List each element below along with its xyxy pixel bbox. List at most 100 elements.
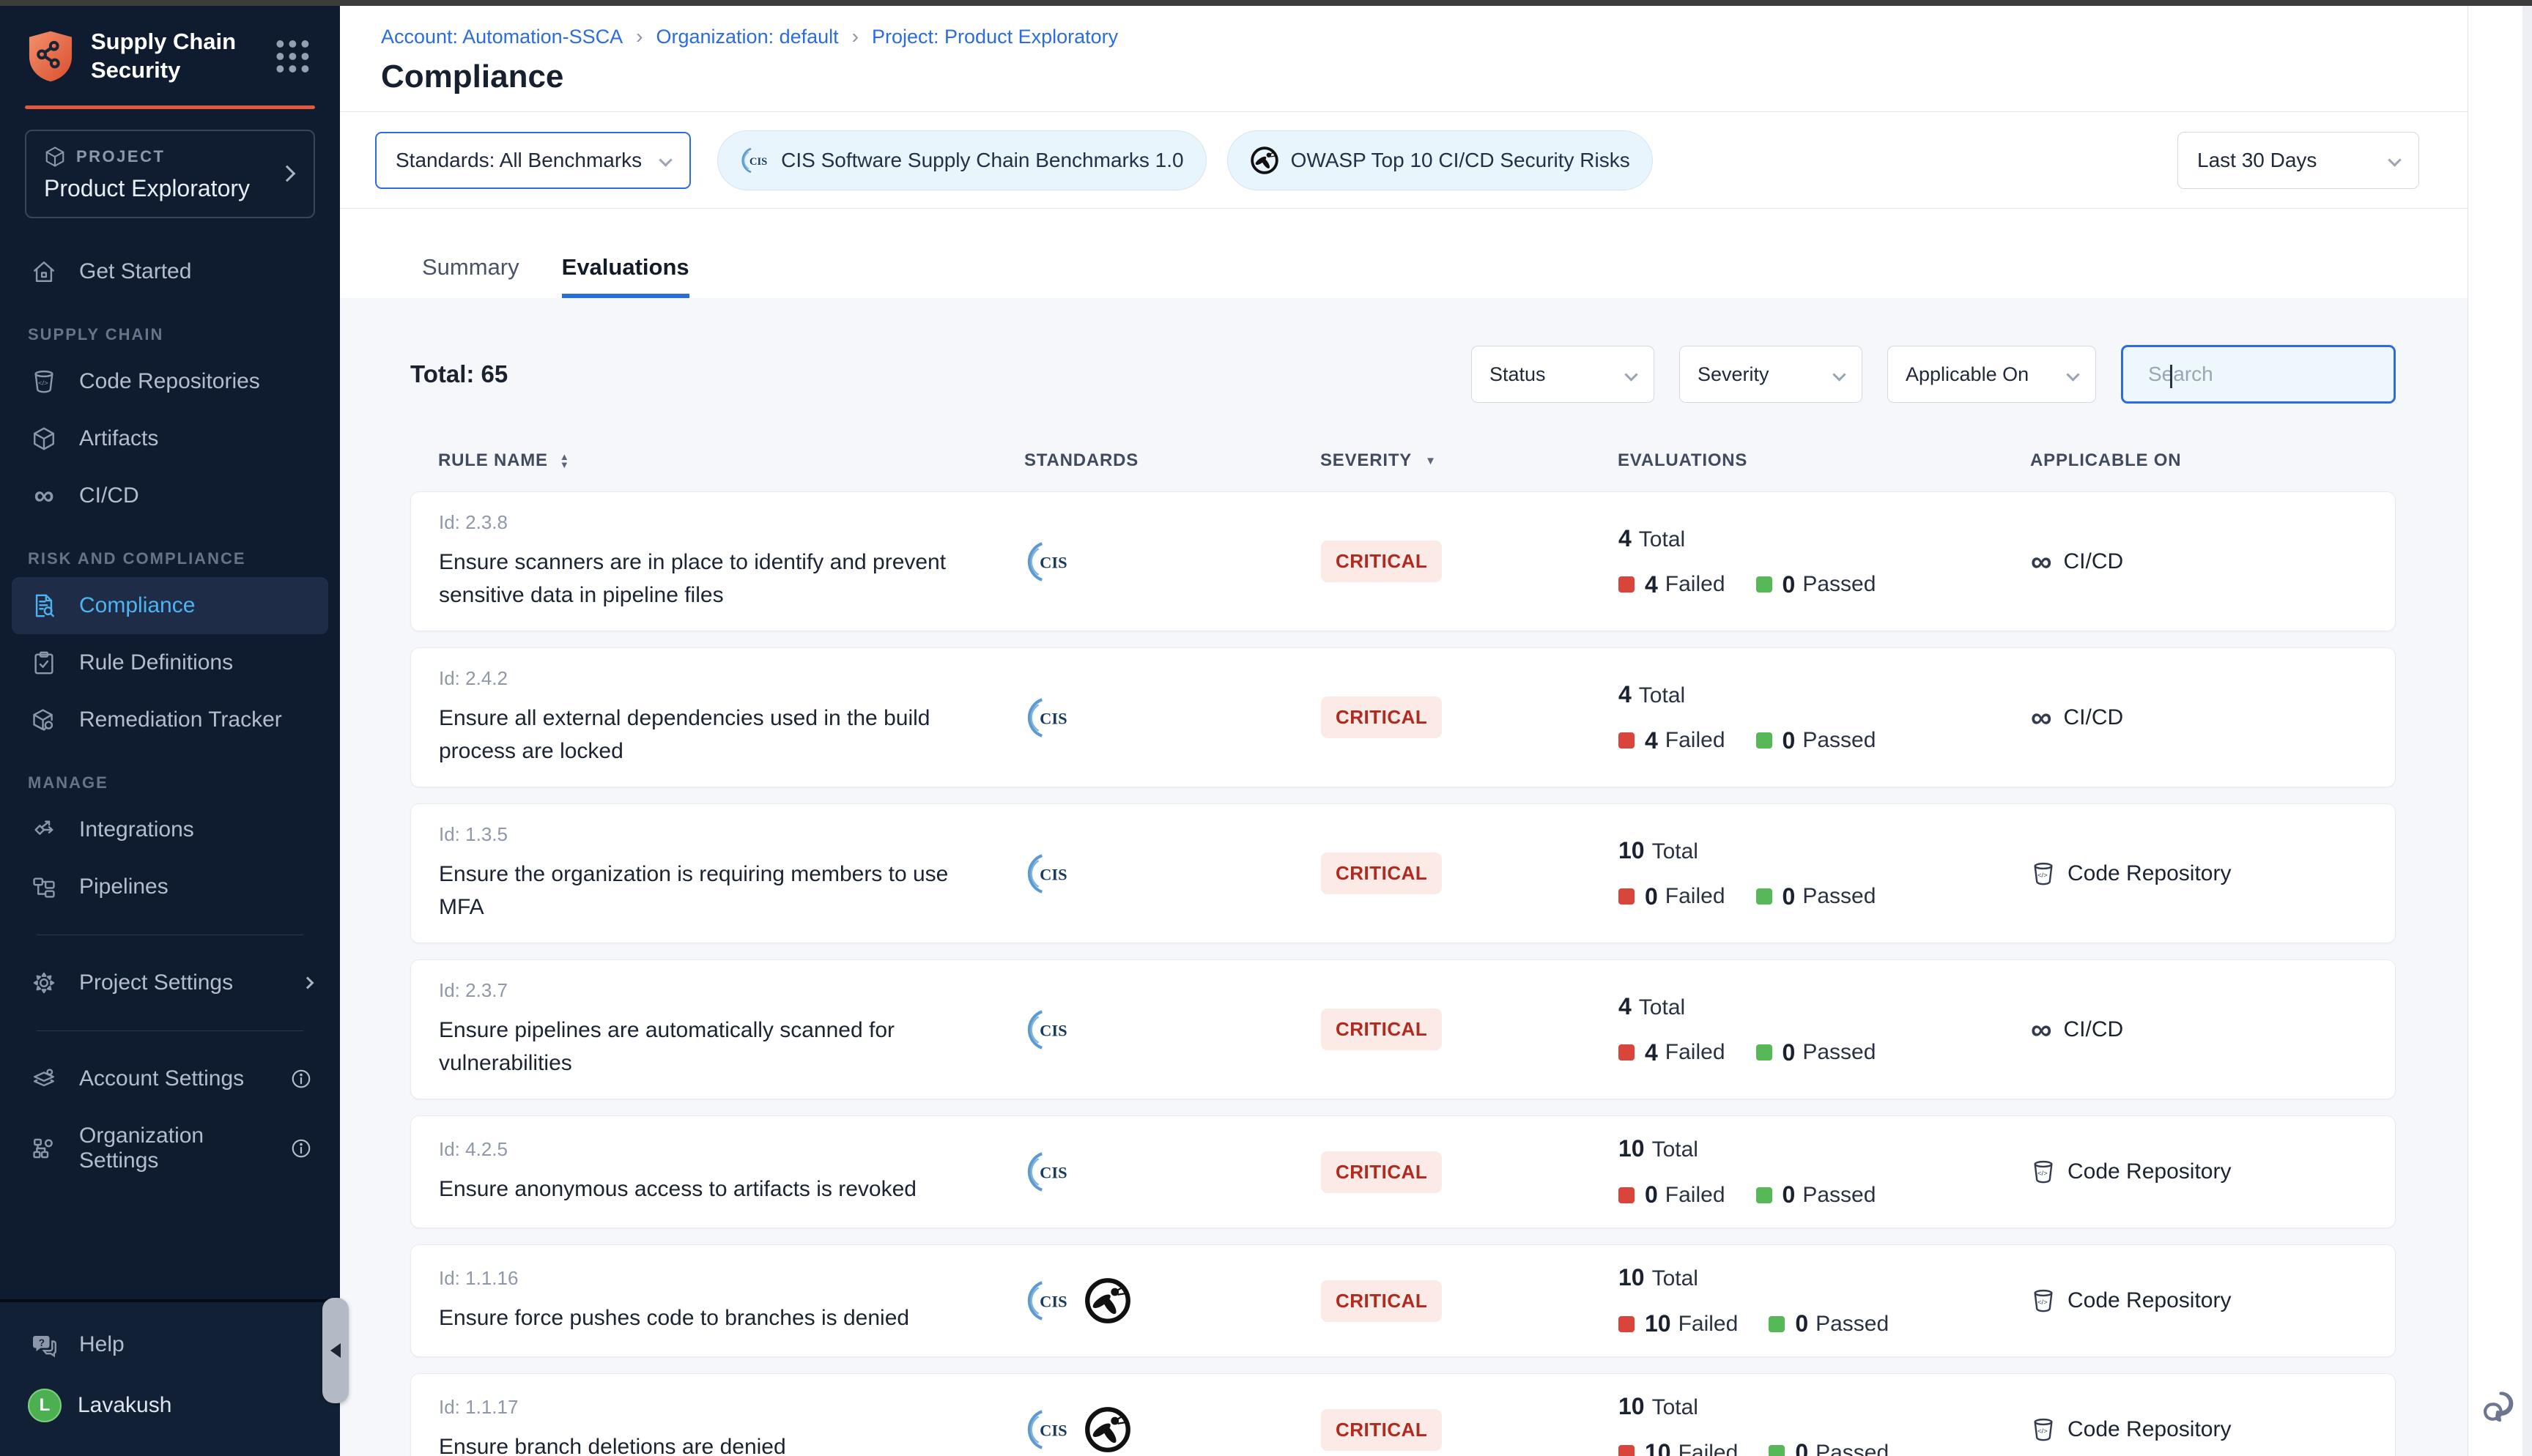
chip-owasp-top10[interactable]: OWASP Top 10 CI/CD Security Risks	[1227, 130, 1653, 190]
gear-icon	[28, 970, 60, 995]
evaluations-panel: Total: 65 Status Severity Applicable On	[340, 298, 2468, 1456]
breadcrumb-project[interactable]: Project: Product Exploratory	[872, 26, 1118, 48]
sidebar-item-label: Pipelines	[79, 874, 169, 899]
breadcrumb-account[interactable]: Account: Automation-SSCA	[381, 26, 623, 48]
table-row[interactable]: Id: 1.3.5 Ensure the organization is req…	[410, 803, 2396, 943]
sidebar-item-rule-definitions[interactable]: Rule Definitions	[12, 634, 328, 691]
column-evaluations: EVALUATIONS	[1618, 450, 2030, 471]
column-standards: STANDARDS	[1024, 450, 1320, 471]
chevron-down-icon	[659, 153, 672, 166]
eval-total-label: Total	[1639, 683, 1685, 707]
breadcrumb-organization[interactable]: Organization: default	[656, 26, 839, 48]
failed-indicator	[1618, 1316, 1635, 1332]
infinity-icon: ∞	[28, 489, 60, 503]
status-filter[interactable]: Status	[1471, 346, 1654, 403]
scrollbar[interactable]	[2522, 6, 2532, 1456]
svg-text:CIS: CIS	[1040, 865, 1067, 883]
column-rule-name[interactable]: RULE NAME ▲▼	[438, 450, 1024, 471]
table-row[interactable]: Id: 2.3.7 Ensure pipelines are automatic…	[410, 959, 2396, 1099]
standards-select[interactable]: Standards: All Benchmarks	[375, 132, 691, 189]
cicd-infinity-icon: ∞	[2031, 1022, 2052, 1037]
evaluations-cell: 10Total 0Failed 0Passed	[1618, 1135, 2031, 1208]
sidebar-item-organization-settings[interactable]: Organization Settings	[12, 1107, 328, 1189]
table-row[interactable]: Id: 2.4.2 Ensure all external dependenci…	[410, 647, 2396, 787]
sidebar-item-pipelines[interactable]: Pipelines	[12, 858, 328, 915]
column-applicable-on: APPLICABLE ON	[2030, 450, 2374, 471]
table-row[interactable]: Id: 1.1.17 Ensure branch deletions are d…	[410, 1373, 2396, 1456]
period-select[interactable]: Last 30 Days	[2177, 132, 2419, 189]
sidebar-item-code-repositories[interactable]: </> Code Repositories	[12, 353, 328, 410]
rule-id: Id: 1.3.5	[439, 823, 1025, 846]
column-severity[interactable]: SEVERITY ▼	[1320, 450, 1618, 471]
chevron-down-icon	[1624, 368, 1637, 381]
svg-text:</>: </>	[2037, 1427, 2048, 1435]
table-row[interactable]: Id: 4.2.5 Ensure anonymous access to art…	[410, 1115, 2396, 1228]
severity-badge: CRITICAL	[1321, 541, 1442, 582]
eval-failed-count: 4	[1645, 1039, 1658, 1066]
sidebar-item-compliance[interactable]: Compliance	[12, 577, 328, 634]
standards-select-value: Standards: All Benchmarks	[396, 149, 642, 172]
search-input[interactable]	[2148, 363, 2413, 386]
app-title: Supply Chain Security	[91, 28, 256, 85]
table-row[interactable]: Id: 2.3.8 Ensure scanners are in place t…	[410, 491, 2396, 631]
rule-id: Id: 2.4.2	[439, 667, 1025, 690]
standards-cell: CIS	[1025, 1007, 1321, 1052]
cicd-infinity-icon: ∞	[2031, 710, 2052, 725]
info-icon[interactable]	[290, 1068, 312, 1090]
sidebar-item-artifacts[interactable]: Artifacts	[12, 410, 328, 467]
severity-badge: CRITICAL	[1321, 1280, 1442, 1322]
window-top-bar	[0, 0, 2532, 6]
sidebar-collapse-handle[interactable]	[322, 1298, 349, 1403]
standards-chips: CIS CIS Software Supply Chain Benchmarks…	[717, 130, 1653, 190]
cis-logo-icon: CIS	[1025, 1149, 1070, 1195]
standards-cell: CIS	[1025, 539, 1321, 584]
eval-passed-count: 0	[1783, 1181, 1796, 1208]
app-grid-icon[interactable]	[272, 35, 314, 78]
user-name: Lavakush	[78, 1393, 171, 1418]
info-icon[interactable]	[290, 1137, 312, 1159]
sidebar-item-cicd[interactable]: ∞ CI/CD	[12, 467, 328, 524]
project-switcher[interactable]: PROJECT Product Exploratory	[25, 130, 315, 218]
chip-cis-benchmarks[interactable]: CIS CIS Software Supply Chain Benchmarks…	[717, 130, 1206, 190]
applicable-on-label: Code Repository	[2068, 1159, 2231, 1184]
eval-total-count: 10	[1618, 1135, 1645, 1162]
sidebar-item-label: Compliance	[79, 593, 195, 618]
support-chat-icon[interactable]	[2478, 1386, 2519, 1427]
eval-passed-label: Passed	[1815, 1312, 1889, 1337]
eval-passed-count: 0	[1783, 727, 1796, 754]
severity-badge: CRITICAL	[1321, 1009, 1442, 1050]
eval-passed-label: Passed	[1802, 1040, 1876, 1065]
user-menu[interactable]: L Lavakush	[12, 1374, 328, 1437]
eval-passed-count: 0	[1795, 1439, 1808, 1456]
status-filter-label: Status	[1489, 363, 1546, 386]
evaluations-cell: 4Total 4Failed 0Passed	[1618, 993, 2031, 1066]
sidebar-item-remediation-tracker[interactable]: Remediation Tracker	[12, 691, 328, 749]
table-row[interactable]: Id: 1.1.16 Ensure force pushes code to b…	[410, 1244, 2396, 1357]
owasp-logo-icon	[1250, 146, 1279, 175]
rule-cell: Id: 1.1.17 Ensure branch deletions are d…	[439, 1396, 1025, 1456]
sidebar-item-project-settings[interactable]: Project Settings	[12, 954, 328, 1011]
eval-passed-count: 0	[1783, 883, 1796, 910]
eval-failed-label: Failed	[1665, 572, 1725, 597]
rule-name: Ensure anonymous access to artifacts is …	[439, 1173, 1025, 1206]
tabs: Summary Evaluations	[340, 209, 2468, 298]
severity-filter[interactable]: Severity	[1679, 346, 1862, 403]
tab-summary[interactable]: Summary	[422, 254, 519, 298]
eval-total-label: Total	[1639, 527, 1685, 551]
help-chat-icon: ?	[28, 1331, 60, 1358]
tab-evaluations[interactable]: Evaluations	[562, 254, 689, 298]
rule-cell: Id: 4.2.5 Ensure anonymous access to art…	[439, 1138, 1025, 1206]
applicable-on-filter[interactable]: Applicable On	[1887, 346, 2096, 403]
eval-total-count: 4	[1618, 681, 1632, 707]
sidebar-item-label: Rule Definitions	[79, 650, 233, 675]
sidebar-item-account-settings[interactable]: Account Settings	[12, 1050, 328, 1107]
sidebar-item-get-started[interactable]: Get Started	[12, 243, 328, 300]
rule-id: Id: 2.3.7	[439, 979, 1025, 1002]
sidebar: Supply Chain Security PROJECT Product Ex…	[0, 6, 340, 1456]
sidebar-item-help[interactable]: ? Help	[12, 1315, 328, 1374]
chip-label: OWASP Top 10 CI/CD Security Risks	[1291, 149, 1630, 172]
code-repository-icon: </>	[2031, 1417, 2056, 1442]
account-layers-icon	[28, 1066, 60, 1091]
eval-failed-label: Failed	[1665, 884, 1725, 909]
sidebar-item-integrations[interactable]: Integrations	[12, 801, 328, 858]
